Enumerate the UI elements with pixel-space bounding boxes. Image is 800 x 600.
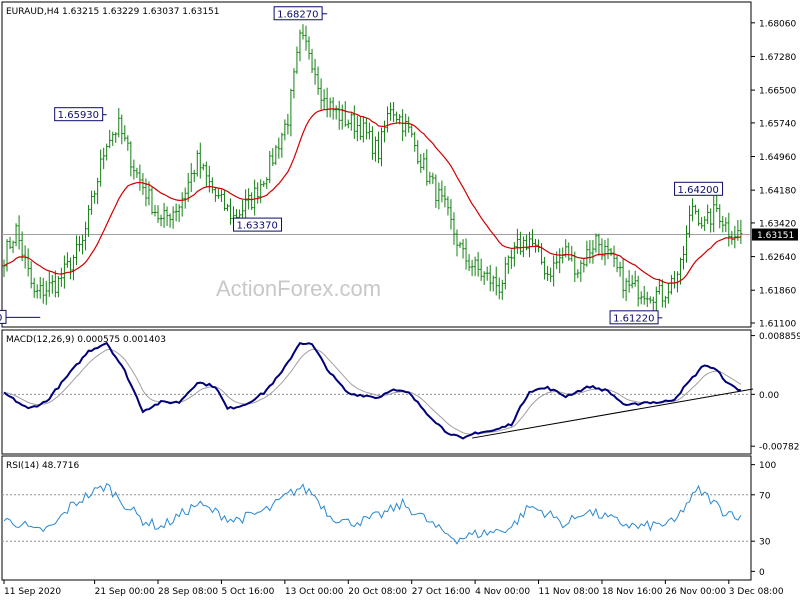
price-tick-label: 1.61100 bbox=[759, 320, 796, 330]
price-tick-label: 1.62640 bbox=[759, 253, 796, 263]
rsi-header: RSI(14) 48.7716 bbox=[6, 461, 79, 471]
price-tick-label: 1.61860 bbox=[759, 287, 796, 297]
price-tick-label: 1.65740 bbox=[759, 119, 796, 129]
price-tick-label: 1.66500 bbox=[759, 87, 796, 97]
price-callout: 1.61220 bbox=[609, 310, 663, 325]
price-callout: 1.65930 bbox=[54, 107, 107, 122]
price-tick-label: 1.64960 bbox=[759, 153, 796, 163]
current-price-tag: 1.63151 bbox=[752, 228, 798, 241]
rsi-tick-label: 0 bbox=[759, 568, 765, 578]
time-tick-label: 26 Nov 00:00 bbox=[665, 587, 726, 597]
chart-background bbox=[0, 0, 800, 600]
time-tick-label: 5 Oct 16:00 bbox=[221, 587, 274, 597]
macd-tick-label: 0.00 bbox=[759, 391, 779, 401]
price-tick-label: 1.67280 bbox=[759, 53, 796, 63]
rsi-tick-label: 70 bbox=[759, 491, 771, 501]
rsi-tick-label: 100 bbox=[759, 461, 776, 471]
time-tick-label: 13 Oct 00:00 bbox=[285, 587, 344, 597]
time-tick-label: 28 Sep 08:00 bbox=[158, 587, 218, 597]
price-callout-label: 1.64200 bbox=[678, 185, 719, 196]
time-tick-label: 11 Sep 2020 bbox=[4, 587, 61, 597]
price-header: EURAUD,H4 1.63215 1.63229 1.63037 1.6315… bbox=[6, 7, 220, 17]
price-tick-label: 1.68060 bbox=[759, 19, 796, 29]
time-tick-label: 21 Sep 00:00 bbox=[95, 587, 155, 597]
time-tick-label: 4 Nov 00:00 bbox=[475, 587, 530, 597]
price-callout: 1.68270 bbox=[273, 6, 328, 20]
price-callout: 1.63370 bbox=[233, 217, 283, 232]
price-callout: 1.64200 bbox=[674, 181, 724, 196]
watermark: ActionForex.com bbox=[216, 276, 381, 301]
macd-header: MACD(12,26,9) 0.000575 0.001403 bbox=[6, 335, 166, 345]
macd-tick-label: -0.007826 bbox=[759, 443, 800, 453]
time-tick-label: 11 Nov 08:00 bbox=[539, 587, 600, 597]
time-tick-label: 3 Dec 08:00 bbox=[729, 587, 784, 597]
rsi-tick-label: 30 bbox=[759, 538, 771, 548]
price-callout-label: 1.61220 bbox=[613, 313, 654, 324]
time-tick-label: 27 Oct 16:00 bbox=[412, 587, 471, 597]
current-price-tag-label: 1.63151 bbox=[757, 231, 794, 241]
price-callout-label: 1.65930 bbox=[58, 110, 99, 121]
macd-tick-label: 0.008859 bbox=[759, 332, 800, 342]
price-callout-label: 1.63370 bbox=[237, 221, 278, 232]
price-tick-label: 1.64180 bbox=[759, 187, 796, 197]
price-callout-label: 1.68270 bbox=[277, 9, 318, 20]
forex-chart: EURAUD,H4 1.63215 1.63229 1.63037 1.6315… bbox=[0, 0, 800, 600]
time-tick-label: 18 Nov 16:00 bbox=[602, 587, 663, 597]
price-tick-label: 1.63420 bbox=[759, 219, 796, 229]
price-callout-label: 1.61230 bbox=[0, 313, 2, 324]
time-tick-label: 20 Oct 08:00 bbox=[348, 587, 407, 597]
